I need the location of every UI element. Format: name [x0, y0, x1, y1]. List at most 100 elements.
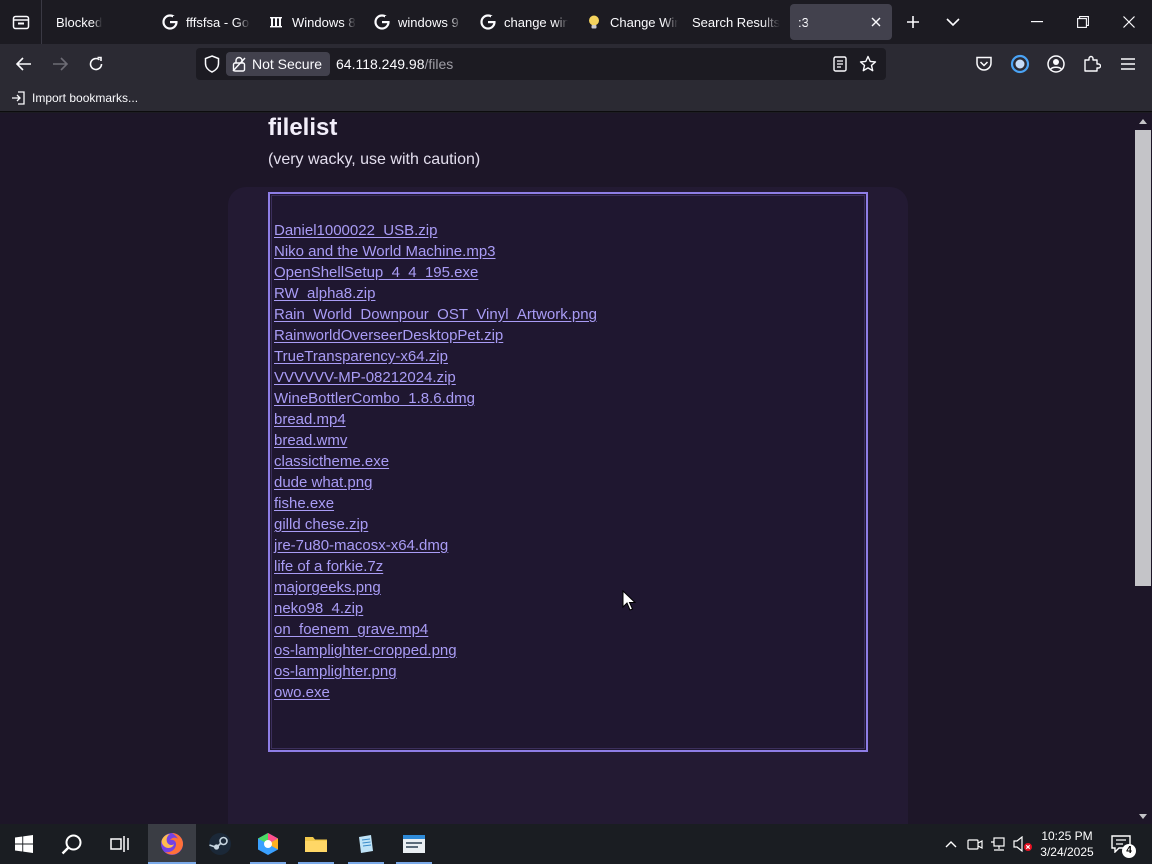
taskbar-app-window[interactable]: [390, 824, 438, 864]
file-link[interactable]: Rain_World_Downpour_OST_Vinyl_Artwork.pn…: [274, 306, 597, 323]
page-scrollbar[interactable]: [1134, 113, 1152, 824]
system-clock[interactable]: 10:25 PM 3/24/2025: [1034, 828, 1100, 860]
close-tab-button[interactable]: [868, 14, 884, 30]
file-link[interactable]: majorgeeks.png: [274, 579, 381, 596]
puzzle-icon: [1084, 55, 1101, 72]
file-link[interactable]: RainworldOverseerDesktopPet.zip: [274, 327, 503, 344]
file-link[interactable]: owo.exe: [274, 684, 330, 701]
bookmark-star-button[interactable]: [856, 52, 880, 76]
tray-volume[interactable]: [1012, 834, 1034, 854]
notepad-icon: [359, 835, 373, 853]
file-link[interactable]: jre-7u80-macosx-x64.dmg: [274, 537, 448, 554]
forward-button[interactable]: [44, 48, 76, 80]
file-list-item: os-lamplighter-cropped.png: [274, 640, 597, 661]
reload-icon: [89, 56, 103, 71]
scroll-up-button[interactable]: [1134, 113, 1152, 129]
file-link[interactable]: gilld chese.zip: [274, 516, 368, 533]
file-link[interactable]: os-lamplighter-cropped.png: [274, 642, 457, 659]
new-tab-button[interactable]: [899, 8, 927, 36]
hamburger-menu-icon: [1121, 58, 1135, 70]
taskbar-steam[interactable]: [196, 824, 244, 864]
file-link[interactable]: VVVVVV-MP-08212024.zip: [274, 369, 456, 386]
minimize-button[interactable]: [1014, 0, 1060, 44]
file-link[interactable]: RW_alpha8.zip: [274, 285, 375, 302]
file-link[interactable]: bread.wmv: [274, 432, 347, 449]
not-secure-indicator[interactable]: Not Secure: [226, 52, 331, 76]
file-link[interactable]: Daniel1000022_USB.zip: [274, 222, 437, 239]
file-link[interactable]: bread.mp4: [274, 411, 346, 428]
file-link[interactable]: dude what.png: [274, 474, 372, 491]
back-button[interactable]: [8, 48, 40, 80]
taskbar-notepad-app[interactable]: [342, 824, 390, 864]
import-bookmarks-label: Import bookmarks...: [32, 91, 139, 105]
account-icon: [1047, 55, 1065, 73]
clock-time: 10:25 PM: [1041, 829, 1093, 843]
taskbar-file-explorer[interactable]: [292, 824, 340, 864]
tab-label: fffsfsa - Google: [186, 14, 250, 30]
tab-change-win-google[interactable]: change win: [468, 4, 568, 40]
tab-change-win-tips[interactable]: Change Win: [574, 4, 678, 40]
file-list-item: life of a forkie.7z: [274, 556, 597, 577]
restore-button[interactable]: [1060, 0, 1106, 44]
clock-date: 3/24/2025: [1040, 845, 1094, 859]
page-subtitle: (very wacky, use with caution): [268, 151, 481, 168]
import-icon: [10, 90, 26, 106]
tab-windows-9[interactable]: windows 9 v: [362, 4, 462, 40]
tab-google-search-1[interactable]: fffsfsa - Google: [150, 4, 250, 40]
show-hidden-icons-button[interactable]: [940, 834, 962, 854]
file-link[interactable]: TrueTransparency-x64.zip: [274, 348, 448, 365]
account-button[interactable]: [1040, 48, 1072, 80]
reader-view-icon: [833, 56, 847, 72]
notification-count-badge: 4: [1122, 844, 1136, 858]
url-text: 64.118.249.98/files: [336, 56, 453, 72]
list-all-tabs-button[interactable]: [939, 8, 967, 36]
reader-view-button[interactable]: [828, 52, 852, 76]
scrollbar-thumb[interactable]: [1135, 130, 1151, 586]
tab-active[interactable]: :3: [790, 4, 892, 40]
broken-lock-icon: [232, 56, 246, 72]
arrow-left-icon: [16, 57, 31, 71]
restore-icon: [1077, 16, 1089, 28]
taskbar-paint-app[interactable]: [244, 824, 292, 864]
tab-windows-8[interactable]: Windows 8: [256, 4, 356, 40]
scroll-down-arrow-icon: [1139, 813, 1147, 819]
file-link[interactable]: classictheme.exe: [274, 453, 389, 470]
file-list-item: owo.exe: [274, 682, 597, 703]
file-link[interactable]: os-lamplighter.png: [274, 663, 397, 680]
file-list: Daniel1000022_USB.zip Niko and the World …: [274, 220, 597, 703]
extensions-button[interactable]: [1076, 48, 1108, 80]
volume-muted-icon: [1013, 836, 1032, 852]
file-list-item: jre-7u80-macosx-x64.dmg: [274, 535, 597, 556]
file-link[interactable]: WineBottlerCombo_1.8.6.dmg: [274, 390, 475, 407]
firefox-view-button[interactable]: [0, 0, 42, 44]
tray-meet-now[interactable]: [964, 834, 986, 854]
start-button[interactable]: [0, 824, 48, 864]
file-link[interactable]: fishe.exe: [274, 495, 334, 512]
scroll-down-button[interactable]: [1134, 808, 1152, 824]
reload-button[interactable]: [80, 48, 112, 80]
tray-network[interactable]: [988, 834, 1010, 854]
tab-blocked[interactable]: Blocked: [44, 4, 148, 40]
extension-button[interactable]: [1004, 48, 1036, 80]
tracking-protection-shield-icon[interactable]: [200, 52, 224, 76]
tab-label: change win: [504, 14, 568, 30]
pocket-button[interactable]: [968, 48, 1000, 80]
task-view-button[interactable]: [96, 824, 144, 864]
task-view-icon: [110, 836, 129, 852]
file-list-item: RW_alpha8.zip: [274, 283, 597, 304]
file-link[interactable]: life of a forkie.7z: [274, 558, 383, 575]
file-link[interactable]: Niko and the World Machine.mp3: [274, 243, 496, 260]
import-bookmarks-button[interactable]: Import bookmarks...: [10, 89, 138, 107]
file-link[interactable]: neko98_4.zip: [274, 600, 363, 617]
search-button[interactable]: [48, 824, 96, 864]
file-list-item: WineBottlerCombo_1.8.6.dmg: [274, 388, 597, 409]
file-link[interactable]: OpenShellSetup_4_4_195.exe: [274, 264, 478, 281]
menu-button[interactable]: [1112, 48, 1144, 80]
close-window-button[interactable]: [1106, 0, 1152, 44]
taskbar-firefox[interactable]: [148, 824, 196, 864]
tab-search-results[interactable]: Search Results: [680, 4, 784, 40]
address-bar[interactable]: Not Secure 64.118.249.98/files: [196, 48, 886, 80]
file-link[interactable]: on_foenem_grave.mp4: [274, 621, 428, 638]
action-center-button[interactable]: 4: [1108, 832, 1136, 858]
search-icon: [61, 834, 82, 855]
